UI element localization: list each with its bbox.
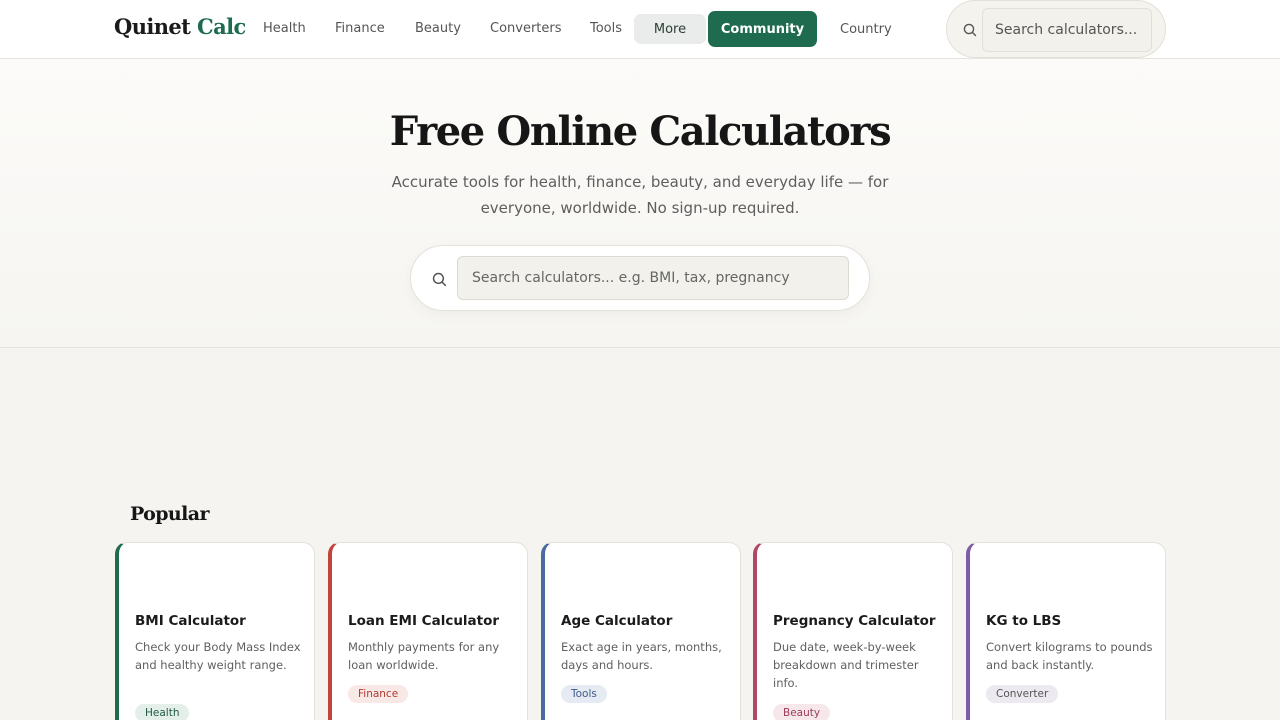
card-title: Loan EMI Calculator [348, 613, 500, 629]
category-badge: Tools [561, 685, 607, 703]
card-bmi-calculator[interactable]: BMI Calculator Check your Body Mass Inde… [115, 542, 315, 720]
hero-search [410, 245, 870, 311]
card-description: Check your Body Mass Index and healthy w… [135, 640, 301, 672]
card-title: BMI Calculator [135, 613, 246, 629]
header-search [946, 0, 1166, 58]
card-description: Exact age in years, months, days and hou… [561, 640, 722, 672]
search-icon [431, 271, 448, 288]
category-badge: Beauty [773, 704, 831, 720]
logo-accent-text: Calc [196, 14, 246, 39]
hero-search-input[interactable] [457, 256, 849, 300]
nav-finance[interactable]: Finance [335, 21, 385, 36]
search-icon [962, 22, 978, 38]
page-title: Free Online Calculators [389, 108, 892, 155]
popular-section-title: Popular [130, 503, 209, 525]
card-title: Pregnancy Calculator [773, 613, 936, 629]
card-loan-emi-calculator[interactable]: Loan EMI Calculator Monthly payments for… [328, 542, 528, 720]
site-logo[interactable]: Quinet Calc [114, 14, 246, 39]
nav-converters[interactable]: Converters [490, 21, 562, 36]
hero-section: Free Online Calculators Accurate tools f… [0, 59, 1280, 348]
nav-more-button[interactable]: More [634, 14, 706, 44]
header-search-input[interactable] [982, 8, 1152, 52]
category-badge: Finance [348, 685, 409, 703]
nav-health[interactable]: Health [263, 21, 306, 36]
nav-community-button[interactable]: Community [708, 11, 817, 47]
site-header: Quinet Calc Health Finance Beauty Conver… [0, 0, 1280, 59]
card-title: Age Calculator [561, 613, 673, 629]
nav-country[interactable]: Country [840, 22, 892, 37]
card-pregnancy-calculator[interactable]: Pregnancy Calculator Due date, week-by-w… [753, 542, 953, 720]
nav-beauty[interactable]: Beauty [415, 21, 461, 36]
card-description: Due date, week-by-week breakdown and tri… [773, 640, 919, 690]
card-age-calculator[interactable]: Age Calculator Exact age in years, month… [541, 542, 741, 720]
card-title: KG to LBS [986, 613, 1062, 629]
category-badge: Health [135, 704, 190, 720]
card-description: Convert kilograms to pounds and back ins… [986, 640, 1153, 672]
card-description: Monthly payments for any loan worldwide. [348, 640, 500, 672]
hero-subtitle: Accurate tools for health, finance, beau… [391, 173, 889, 217]
card-kg-to-lbs[interactable]: KG to LBS Convert kilograms to pounds an… [966, 542, 1166, 720]
nav-tools[interactable]: Tools [590, 21, 622, 36]
category-badge: Converter [986, 685, 1059, 703]
logo-text: Quinet [114, 14, 197, 39]
